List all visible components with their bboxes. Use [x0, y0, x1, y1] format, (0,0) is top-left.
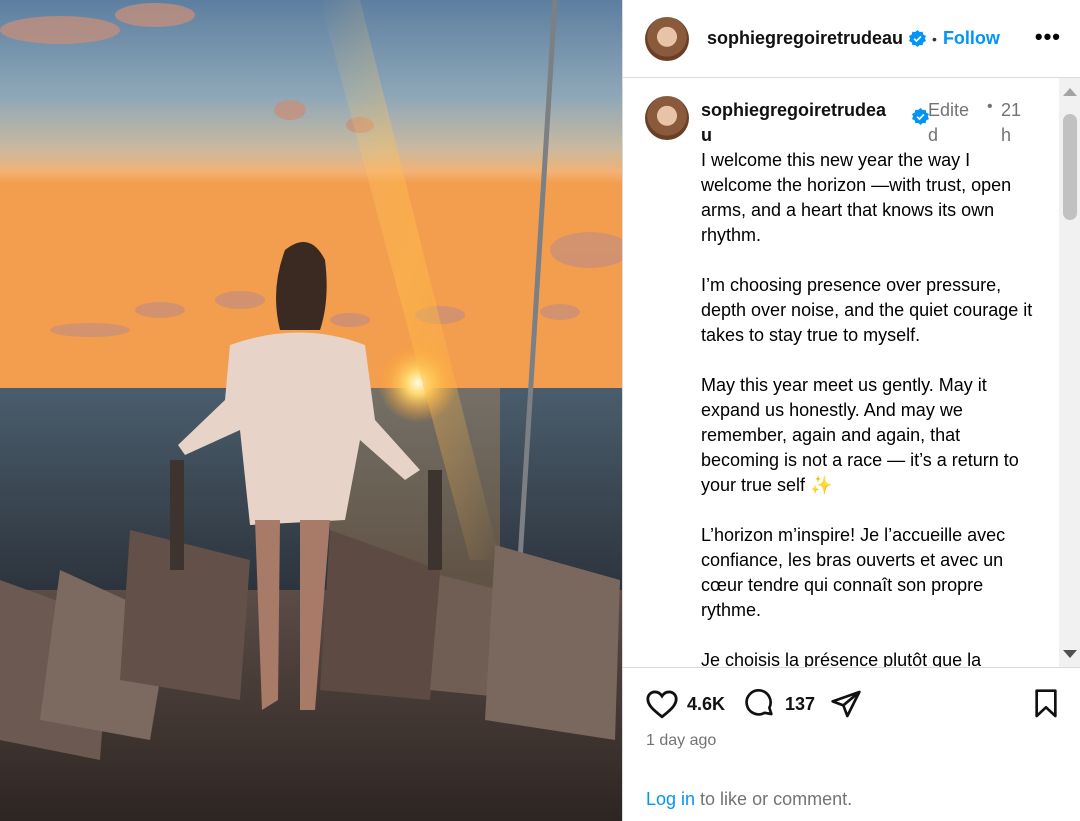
- share-icon: [831, 690, 861, 718]
- caption-text: I welcome this new year the way I welcom…: [701, 148, 1033, 668]
- scrollbar-thumb[interactable]: [1063, 114, 1077, 220]
- scroll-down-arrow-icon[interactable]: [1063, 650, 1077, 658]
- caption-paragraph: I’m choosing presence over pressure, dep…: [701, 275, 1033, 345]
- login-link[interactable]: Log in: [646, 789, 695, 809]
- edited-label: Edited: [928, 100, 970, 145]
- login-prompt-text: to like or comment.: [695, 789, 853, 809]
- caption-paragraph: L’horizon m’inspire! Je l’accueille avec…: [701, 525, 1006, 620]
- header-separator: •: [932, 30, 937, 47]
- scroll-up-arrow-icon[interactable]: [1063, 88, 1077, 96]
- verified-badge-icon: [912, 108, 929, 125]
- post-header: sophiegregoiretrudeau • Follow •••: [623, 0, 1080, 78]
- save-button[interactable]: [1031, 688, 1061, 720]
- like-count[interactable]: 4.6K: [687, 694, 725, 715]
- caption-username[interactable]: sophiegregoiretrudeau: [701, 98, 893, 148]
- caption-paragraph: I welcome this new year the way I welcom…: [701, 150, 1012, 245]
- post-actions: 4.6K 137: [623, 680, 1080, 730]
- post-details-panel: sophiegregoiretrudeau • Follow ••• sophi…: [622, 0, 1080, 821]
- caption-header: sophiegregoiretrudeau Edited • 21h: [701, 98, 1041, 148]
- post-time[interactable]: 21h: [1001, 98, 1025, 148]
- comment-count[interactable]: 137: [785, 694, 815, 715]
- time-ago[interactable]: 1 day ago: [646, 732, 716, 750]
- verified-badge-icon: [909, 30, 927, 47]
- header-username[interactable]: sophiegregoiretrudeau: [707, 28, 903, 49]
- caption-paragraph: Je choisis la présence plutôt que la: [701, 650, 982, 668]
- comment-icon: [745, 689, 773, 716]
- caption-separator: •: [987, 98, 993, 115]
- avatar[interactable]: [645, 16, 689, 61]
- bookmark-icon: [1035, 689, 1057, 718]
- post-photo[interactable]: [0, 0, 622, 821]
- login-prompt: Log in to like or comment.: [646, 789, 852, 810]
- like-button[interactable]: 4.6K: [645, 688, 725, 720]
- more-icon[interactable]: •••: [1035, 24, 1061, 50]
- caption-paragraph: May this year meet us gently. May it exp…: [701, 375, 1019, 495]
- comment-button[interactable]: 137: [743, 688, 815, 720]
- caption-avatar[interactable]: [645, 96, 689, 140]
- scrollbar[interactable]: [1059, 78, 1080, 667]
- caption-scroll-area[interactable]: sophiegregoiretrudeau Edited • 21h I wel…: [623, 78, 1080, 668]
- follow-button[interactable]: Follow: [943, 28, 1000, 49]
- heart-icon: [646, 690, 678, 719]
- share-button[interactable]: [829, 688, 863, 720]
